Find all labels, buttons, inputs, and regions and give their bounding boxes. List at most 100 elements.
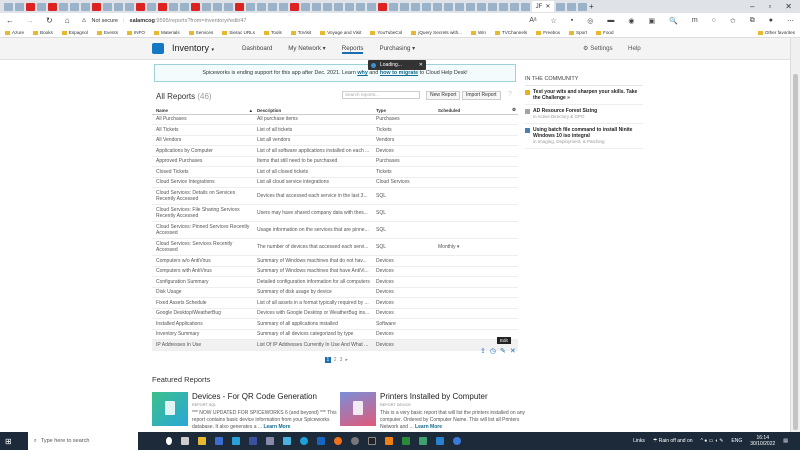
nav-dashboard[interactable]: Dashboard bbox=[242, 45, 272, 54]
url-field[interactable]: ⚠ Not secure | salamcog:9595/reports?from=i… bbox=[82, 18, 247, 24]
page-3[interactable]: 3 bbox=[340, 357, 343, 363]
clock[interactable]: 16:14 30/10/2022 bbox=[750, 435, 775, 447]
report-name[interactable]: Cloud Services: Pinned Services Recently… bbox=[152, 221, 253, 239]
why-link[interactable]: why bbox=[357, 70, 367, 76]
report-name[interactable]: Cloud Services: File Sharing Services Re… bbox=[152, 204, 253, 222]
tab[interactable] bbox=[246, 2, 255, 11]
table-row[interactable]: Cloud Services: Pinned Services Recently… bbox=[152, 221, 518, 239]
tab[interactable] bbox=[235, 2, 244, 11]
featured-report-card[interactable]: Devices - For QR Code Generation REPORT … bbox=[152, 392, 337, 432]
maximize-icon[interactable]: ▫ bbox=[768, 2, 771, 11]
bookmark-folder[interactable]: TVChannels bbox=[495, 30, 527, 35]
tab[interactable] bbox=[268, 2, 277, 11]
table-row[interactable]: IP Addresses In Use List Of IP Addresses … bbox=[152, 339, 518, 351]
app-icon[interactable] bbox=[214, 437, 223, 445]
report-name[interactable]: Inventory Summary bbox=[152, 329, 253, 340]
tab[interactable] bbox=[323, 2, 332, 11]
report-name[interactable]: Computers w/o AntiVirus bbox=[152, 255, 253, 267]
home-icon[interactable]: ⌂ bbox=[65, 16, 70, 25]
page-2[interactable]: 2 bbox=[334, 357, 337, 363]
tab[interactable] bbox=[578, 2, 587, 11]
report-name[interactable]: Google Desktop/WeatherBug bbox=[152, 308, 253, 319]
community-item-title[interactable]: Test your wits and sharpen your skills. … bbox=[533, 89, 643, 101]
table-row[interactable]: All Tickets List of all tickets Tickets bbox=[152, 124, 518, 136]
tab[interactable] bbox=[70, 2, 79, 11]
profile-avatar[interactable]: ● bbox=[769, 17, 773, 25]
report-name[interactable]: Closed Tickets bbox=[152, 166, 253, 178]
tab[interactable] bbox=[4, 2, 13, 11]
table-row[interactable]: All Purchases All purchase items Purchases bbox=[152, 114, 518, 125]
learn-more-link[interactable]: Learn More bbox=[415, 424, 442, 430]
community-item[interactable]: Test your wits and sharpen your skills. … bbox=[525, 86, 643, 105]
taskbar-search[interactable]: ⌕ Type here to search bbox=[27, 432, 138, 450]
report-name[interactable]: Cloud Services: Services Recently Access… bbox=[152, 238, 253, 256]
column-name[interactable]: Name ▲ bbox=[152, 107, 253, 115]
column-description[interactable]: Description bbox=[253, 107, 372, 115]
extension-icon[interactable]: ◎ bbox=[587, 17, 593, 25]
firefox-icon[interactable] bbox=[333, 437, 342, 445]
app-icon[interactable] bbox=[401, 437, 410, 445]
tab[interactable] bbox=[444, 2, 453, 11]
extension-icon[interactable]: m bbox=[692, 17, 698, 25]
settings-link[interactable]: ⚙ Settings bbox=[583, 45, 613, 52]
import-report-button[interactable]: Import Report bbox=[462, 91, 501, 100]
favorite-icon[interactable]: ☆ bbox=[550, 17, 556, 25]
tab[interactable] bbox=[191, 2, 200, 11]
app-icon[interactable] bbox=[316, 437, 325, 445]
bookmark-folder[interactable]: YouTubeCol bbox=[370, 30, 402, 35]
learn-more-link[interactable]: Learn More bbox=[263, 424, 290, 430]
tab[interactable] bbox=[499, 2, 508, 11]
report-name[interactable]: All Tickets bbox=[152, 124, 253, 136]
tab[interactable] bbox=[455, 2, 464, 11]
tab[interactable] bbox=[312, 2, 321, 11]
edit-icon[interactable]: ✎ bbox=[500, 347, 506, 355]
tab[interactable] bbox=[257, 2, 266, 11]
table-row[interactable]: All Vendors List all vendors Vendors bbox=[152, 135, 518, 146]
report-name[interactable]: Fixed Assets Schedule bbox=[152, 297, 253, 309]
card-title[interactable]: Printers Installed by Computer bbox=[380, 392, 488, 401]
edge-icon[interactable] bbox=[299, 437, 308, 445]
tab[interactable] bbox=[37, 2, 46, 11]
table-row[interactable]: Computers with AntiVirus Summary of Windo… bbox=[152, 266, 518, 277]
tab[interactable] bbox=[378, 2, 387, 11]
report-scheduled[interactable]: Monthly ▾ bbox=[434, 238, 508, 256]
tab[interactable] bbox=[433, 2, 442, 11]
delete-icon[interactable]: ✕ bbox=[510, 347, 516, 355]
links-toolbar[interactable]: Links bbox=[633, 438, 645, 444]
favorites-icon[interactable]: ✩ bbox=[730, 17, 736, 25]
tab[interactable] bbox=[400, 2, 409, 11]
tab[interactable] bbox=[567, 2, 576, 11]
language-indicator[interactable]: ENG bbox=[731, 438, 742, 444]
tab[interactable] bbox=[136, 2, 145, 11]
column-type[interactable]: Type bbox=[372, 107, 434, 115]
nav-reports[interactable]: Reports bbox=[341, 45, 364, 54]
table-row[interactable]: Installed Applications Summary of all app… bbox=[152, 318, 518, 330]
search-reports-input[interactable]: Search reports... bbox=[342, 91, 420, 99]
schedule-icon[interactable]: ◷ bbox=[490, 347, 496, 355]
tab[interactable] bbox=[411, 2, 420, 11]
tab[interactable] bbox=[389, 2, 398, 11]
tab[interactable] bbox=[213, 2, 222, 11]
report-name[interactable]: IP Addresses In Use bbox=[152, 339, 253, 351]
close-window-icon[interactable]: ✕ bbox=[785, 2, 792, 11]
table-row[interactable]: Configuration Summary Detailed configurat… bbox=[152, 276, 518, 288]
report-name[interactable]: Disk Usage bbox=[152, 287, 253, 298]
more-icon[interactable]: ⋯ bbox=[787, 17, 794, 25]
bookmark-folder[interactable]: Materials bbox=[154, 30, 180, 35]
app-switcher[interactable]: Inventory ▾ bbox=[172, 43, 214, 53]
bookmark-folder[interactable]: INFO bbox=[127, 30, 145, 35]
tab[interactable] bbox=[279, 2, 288, 11]
close-tab-icon[interactable]: ✕ bbox=[545, 3, 550, 10]
table-row[interactable]: Closed Tickets List of all closed tickets… bbox=[152, 166, 518, 178]
table-row[interactable]: Cloud Services: Services Recently Access… bbox=[152, 238, 518, 256]
start-icon[interactable]: ⊞ bbox=[5, 437, 12, 446]
tab[interactable] bbox=[356, 2, 365, 11]
bookmark-folder[interactable]: Books bbox=[33, 30, 53, 35]
new-tab-icon[interactable]: + bbox=[589, 2, 594, 11]
column-settings-icon[interactable]: ⚙ bbox=[508, 107, 518, 115]
bookmark-folder[interactable]: ToVisit bbox=[291, 30, 311, 35]
nav-my-network[interactable]: My Network ▾ bbox=[288, 45, 326, 54]
bookmark-folder[interactable]: Voyage and Visit bbox=[320, 30, 361, 35]
read-aloud-icon[interactable]: Aᵃ bbox=[529, 17, 536, 25]
table-row[interactable]: Disk Usage Summary of disk usage by devic… bbox=[152, 287, 518, 298]
